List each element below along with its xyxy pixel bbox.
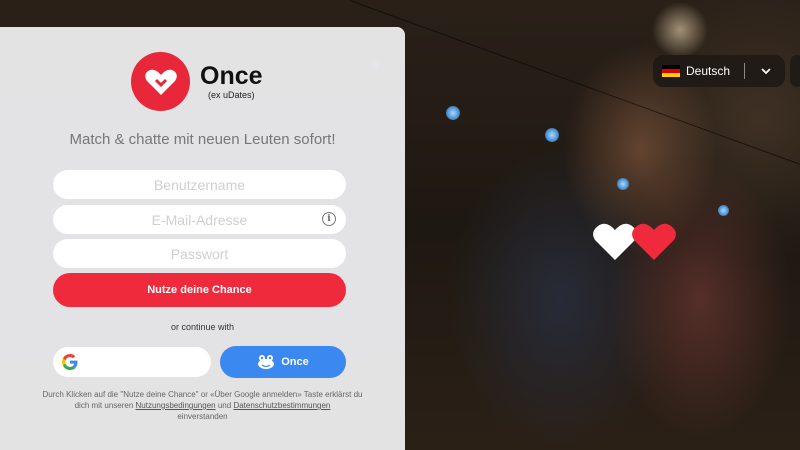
info-icon[interactable]: i [322,212,336,226]
legal-notice: Durch Klicken auf die "Nutze deine Chanc… [40,389,365,422]
string-light [617,178,629,190]
legal-and: und [217,401,232,410]
brand-logo: Once (ex uDates) [131,52,263,111]
language-divider [744,63,745,79]
chevron-down-icon [761,68,771,75]
once-button-label: Once [281,356,309,368]
once-login-button[interactable]: Once [220,346,346,378]
language-selector[interactable]: Deutsch [653,55,785,87]
brand-name: Once [200,62,263,90]
google-icon [62,354,78,370]
heart-logo-icon [131,52,190,111]
tagline: Match & chatte mit neuen Leuten sofort! [69,131,336,148]
username-input[interactable] [53,170,346,199]
terms-link[interactable]: Nutzungsbedingungen [136,401,216,410]
legal-text-end: einverstanden [177,412,228,421]
login-panel: Once (ex uDates) Match & chatte mit neue… [0,27,405,450]
email-input[interactable] [53,205,346,234]
german-flag-icon [662,65,680,77]
or-continue-with-label: or continue with [170,322,235,332]
privacy-link[interactable]: Datenschutzbestimmungen [233,401,330,410]
submit-button[interactable]: Nutze deine Chance [53,273,346,307]
password-input[interactable] [53,239,346,268]
once-frog-icon [258,355,275,369]
google-login-button[interactable] [53,347,211,377]
side-tab[interactable] [790,55,800,87]
string-light [446,106,460,120]
hearts-logo-overlay [593,223,676,260]
string-light [718,205,729,216]
string-light [545,128,559,142]
language-label: Deutsch [686,64,731,78]
brand-subtitle: (ex uDates) [208,90,255,100]
